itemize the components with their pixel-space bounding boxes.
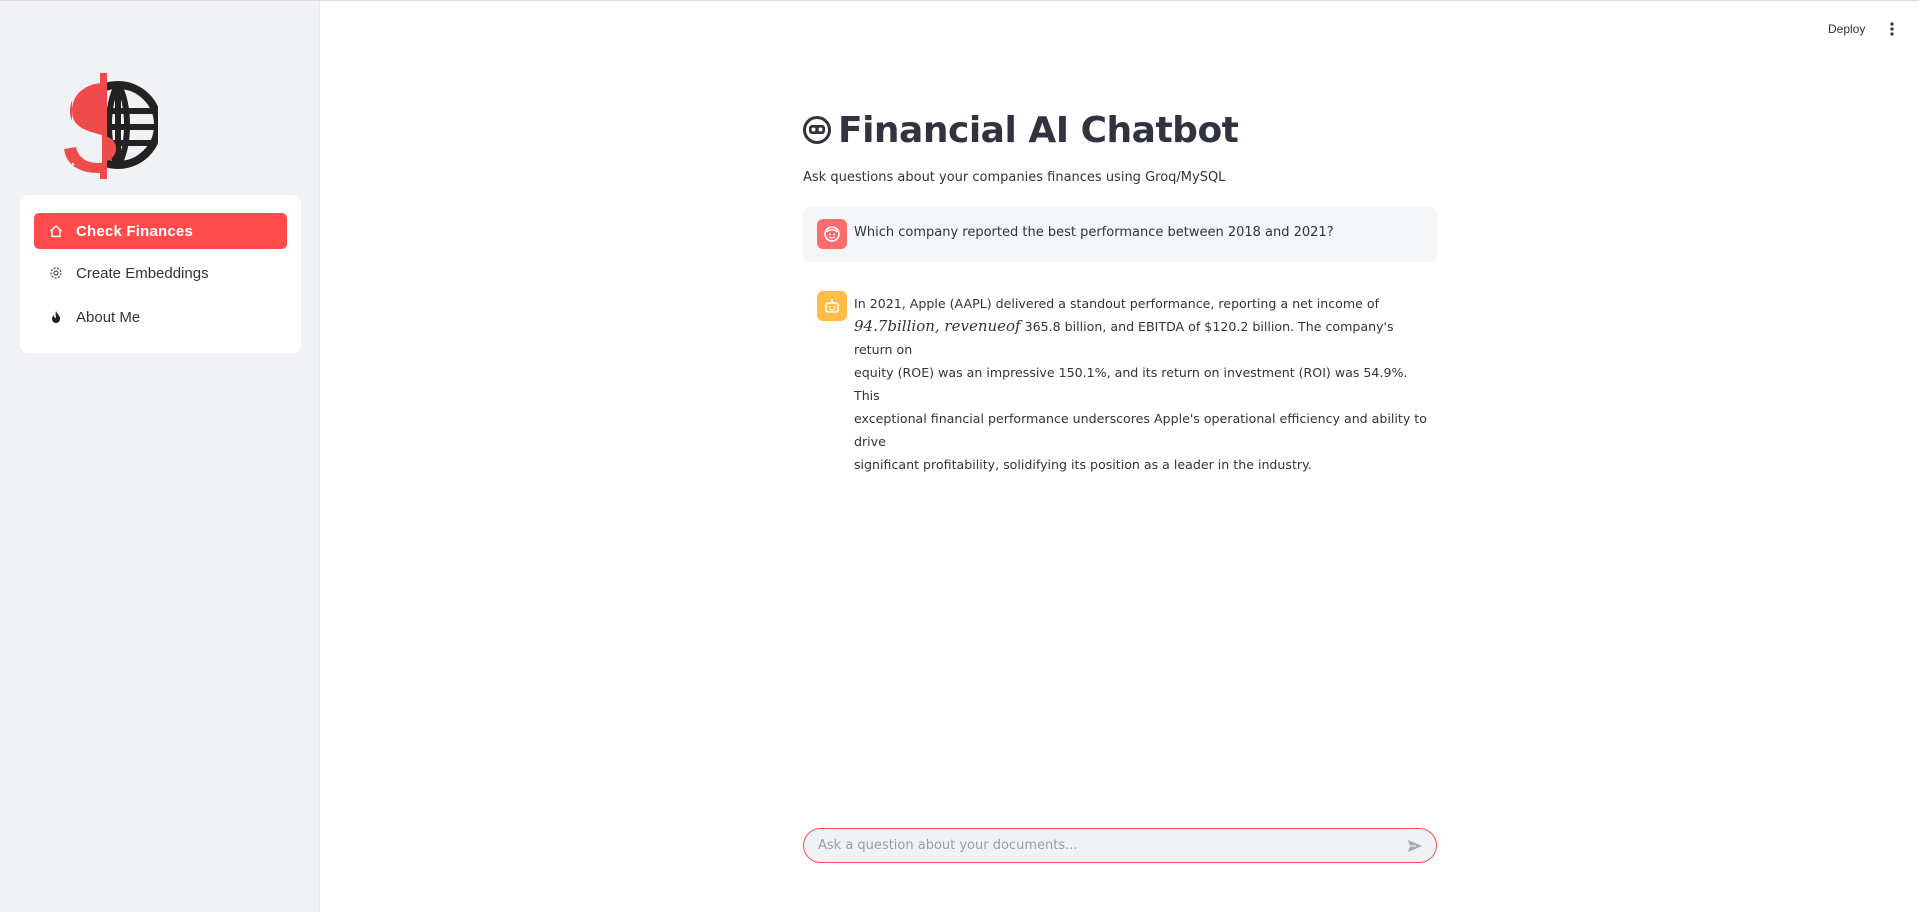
gear-icon <box>48 265 64 281</box>
sidebar-item-create-embeddings[interactable]: Create Embeddings <box>34 255 287 291</box>
sidebar-item-about-me[interactable]: About Me <box>34 299 287 335</box>
robot-icon <box>817 291 847 321</box>
page-subtitle: Ask questions about your companies finan… <box>803 170 1226 185</box>
sidebar-item-check-finances[interactable]: Check Finances <box>34 213 287 249</box>
house-icon <box>48 223 64 239</box>
sidebar-item-label: About Me <box>76 308 141 326</box>
robot-face-icon <box>802 115 832 145</box>
chat-input-container <box>803 828 1437 863</box>
user-face-icon <box>817 219 847 249</box>
assistant-line-2: 94.7billion, revenueof 365.8 billion, an… <box>854 315 1434 361</box>
user-message-text: Which company reported the best performa… <box>854 225 1334 240</box>
assistant-line-3: equity (ROE) was an impressive 150.1%, a… <box>854 365 1408 403</box>
assistant-message-text: In 2021, Apple (AAPL) delivered a stando… <box>854 292 1434 476</box>
assistant-line-1: In 2021, Apple (AAPL) delivered a stando… <box>854 296 1380 311</box>
sidebar-item-label: Create Embeddings <box>76 264 209 282</box>
sidebar-nav: Check Finances Create Embeddings About M… <box>20 195 301 353</box>
sidebar: Check Finances Create Embeddings About M… <box>0 1 320 912</box>
app-root: Check Finances Create Embeddings About M… <box>0 0 1919 912</box>
flame-icon <box>48 309 64 325</box>
assistant-line-5: significant profitability, solidifying i… <box>854 457 1312 472</box>
vertical-dots-icon[interactable] <box>1882 18 1902 40</box>
chat-message-assistant: In 2021, Apple (AAPL) delivered a stando… <box>803 280 1437 472</box>
page-title: Financial AI Chatbot <box>802 104 1239 156</box>
chat-input[interactable] <box>804 829 1402 862</box>
send-arrow-icon[interactable] <box>1402 833 1428 859</box>
chat-message-user: Which company reported the best performa… <box>803 206 1437 262</box>
assistant-line-4: exceptional financial performance unders… <box>854 411 1427 449</box>
dollar-globe-logo <box>62 71 162 179</box>
deploy-button[interactable]: Deploy <box>1822 18 1871 40</box>
sidebar-item-label: Check Finances <box>76 222 194 240</box>
title-text: Financial AI Chatbot <box>838 109 1239 151</box>
assistant-math-span: 94.7billion, revenueof <box>854 317 1021 335</box>
